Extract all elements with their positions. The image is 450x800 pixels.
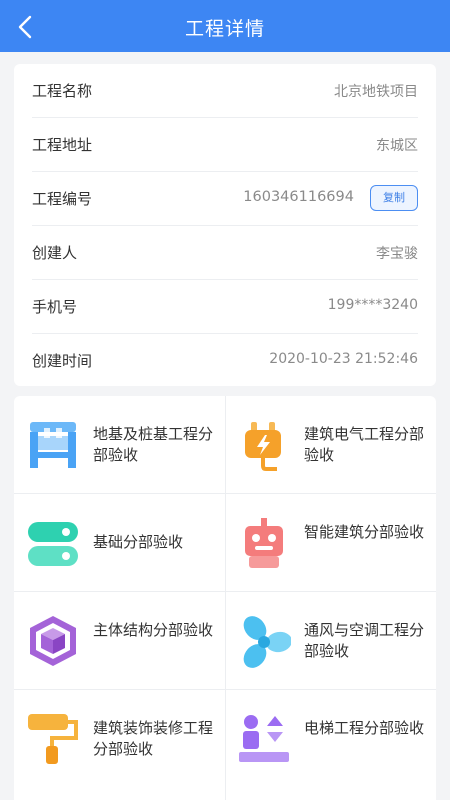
project-name-label: 工程名称 xyxy=(32,82,93,100)
page-title: 工程详情 xyxy=(184,18,265,40)
info-row-code: 工程编号 160346116694 复制 xyxy=(32,172,418,226)
project-name-value: 北京地铁项目 xyxy=(334,84,418,100)
info-row-name: 工程名称 北京地铁项目 xyxy=(32,64,418,118)
creator-value: 李宝骏 xyxy=(376,246,418,262)
info-row-created-time: 创建时间 2020-10-23 21:52:46 xyxy=(32,334,418,388)
grid-item-label: 智能建筑分部验收 xyxy=(304,523,425,541)
electric-plug-icon xyxy=(237,418,291,472)
grid-item-label: 地基及桩基工程分部验收 xyxy=(93,425,214,464)
project-address-value: 东城区 xyxy=(376,138,418,154)
phone-value: 199****3240 xyxy=(327,297,418,313)
paint-roller-icon xyxy=(26,712,80,766)
top-bar: 工程详情 xyxy=(0,0,450,52)
grid-item-foundation[interactable]: 地基及桩基工程分部验收 xyxy=(14,396,225,494)
grid-item-main-structure[interactable]: 主体结构分部验收 xyxy=(14,592,225,690)
robot-icon xyxy=(237,516,291,570)
grid-item-label: 主体结构分部验收 xyxy=(93,621,214,639)
foundation-icon xyxy=(26,418,80,472)
grid-item-elevator[interactable]: 电梯工程分部验收 xyxy=(225,690,436,788)
grid-item-label: 电梯工程分部验收 xyxy=(304,719,425,737)
cube-icon xyxy=(26,614,80,668)
grid-item-label: 建筑装饰装修工程分部验收 xyxy=(93,719,214,758)
project-info-card: 工程名称 北京地铁项目 工程地址 东城区 工程编号 160346116694 复… xyxy=(14,64,436,386)
grid-item-ventilation[interactable]: 通风与空调工程分部验收 xyxy=(225,592,436,690)
elevator-icon xyxy=(237,712,291,766)
created-time-label: 创建时间 xyxy=(32,352,93,370)
info-row-creator: 创建人 李宝骏 xyxy=(32,226,418,280)
grid-item-label: 建筑电气工程分部验收 xyxy=(304,425,425,464)
phone-label: 手机号 xyxy=(32,298,78,316)
grid-item-smart-building[interactable]: 智能建筑分部验收 xyxy=(225,494,436,592)
project-code-value: 160346116694 xyxy=(243,189,354,205)
info-row-address: 工程地址 东城区 xyxy=(32,118,418,172)
creator-label: 创建人 xyxy=(32,244,78,262)
created-time-value: 2020-10-23 21:52:46 xyxy=(269,351,418,367)
copy-button[interactable]: 复制 xyxy=(370,185,418,211)
acceptance-grid: 地基及桩基工程分部验收 建筑电气工程分部验收 基础分部验收 智能建筑分部验收 主… xyxy=(14,396,436,800)
grid-item-base[interactable]: 基础分部验收 xyxy=(14,494,225,592)
info-row-phone: 手机号 199****3240 xyxy=(32,280,418,334)
fan-icon xyxy=(237,614,292,668)
project-address-label: 工程地址 xyxy=(32,136,93,154)
grid-item-label: 基础分部验收 xyxy=(93,533,184,551)
grid-item-electric[interactable]: 建筑电气工程分部验收 xyxy=(225,396,436,494)
grid-item-decoration[interactable]: 建筑装饰装修工程分部验收 xyxy=(14,690,225,788)
database-icon xyxy=(26,516,80,570)
project-code-label: 工程编号 xyxy=(32,190,93,208)
grid-item-label: 通风与空调工程分部验收 xyxy=(304,621,425,660)
